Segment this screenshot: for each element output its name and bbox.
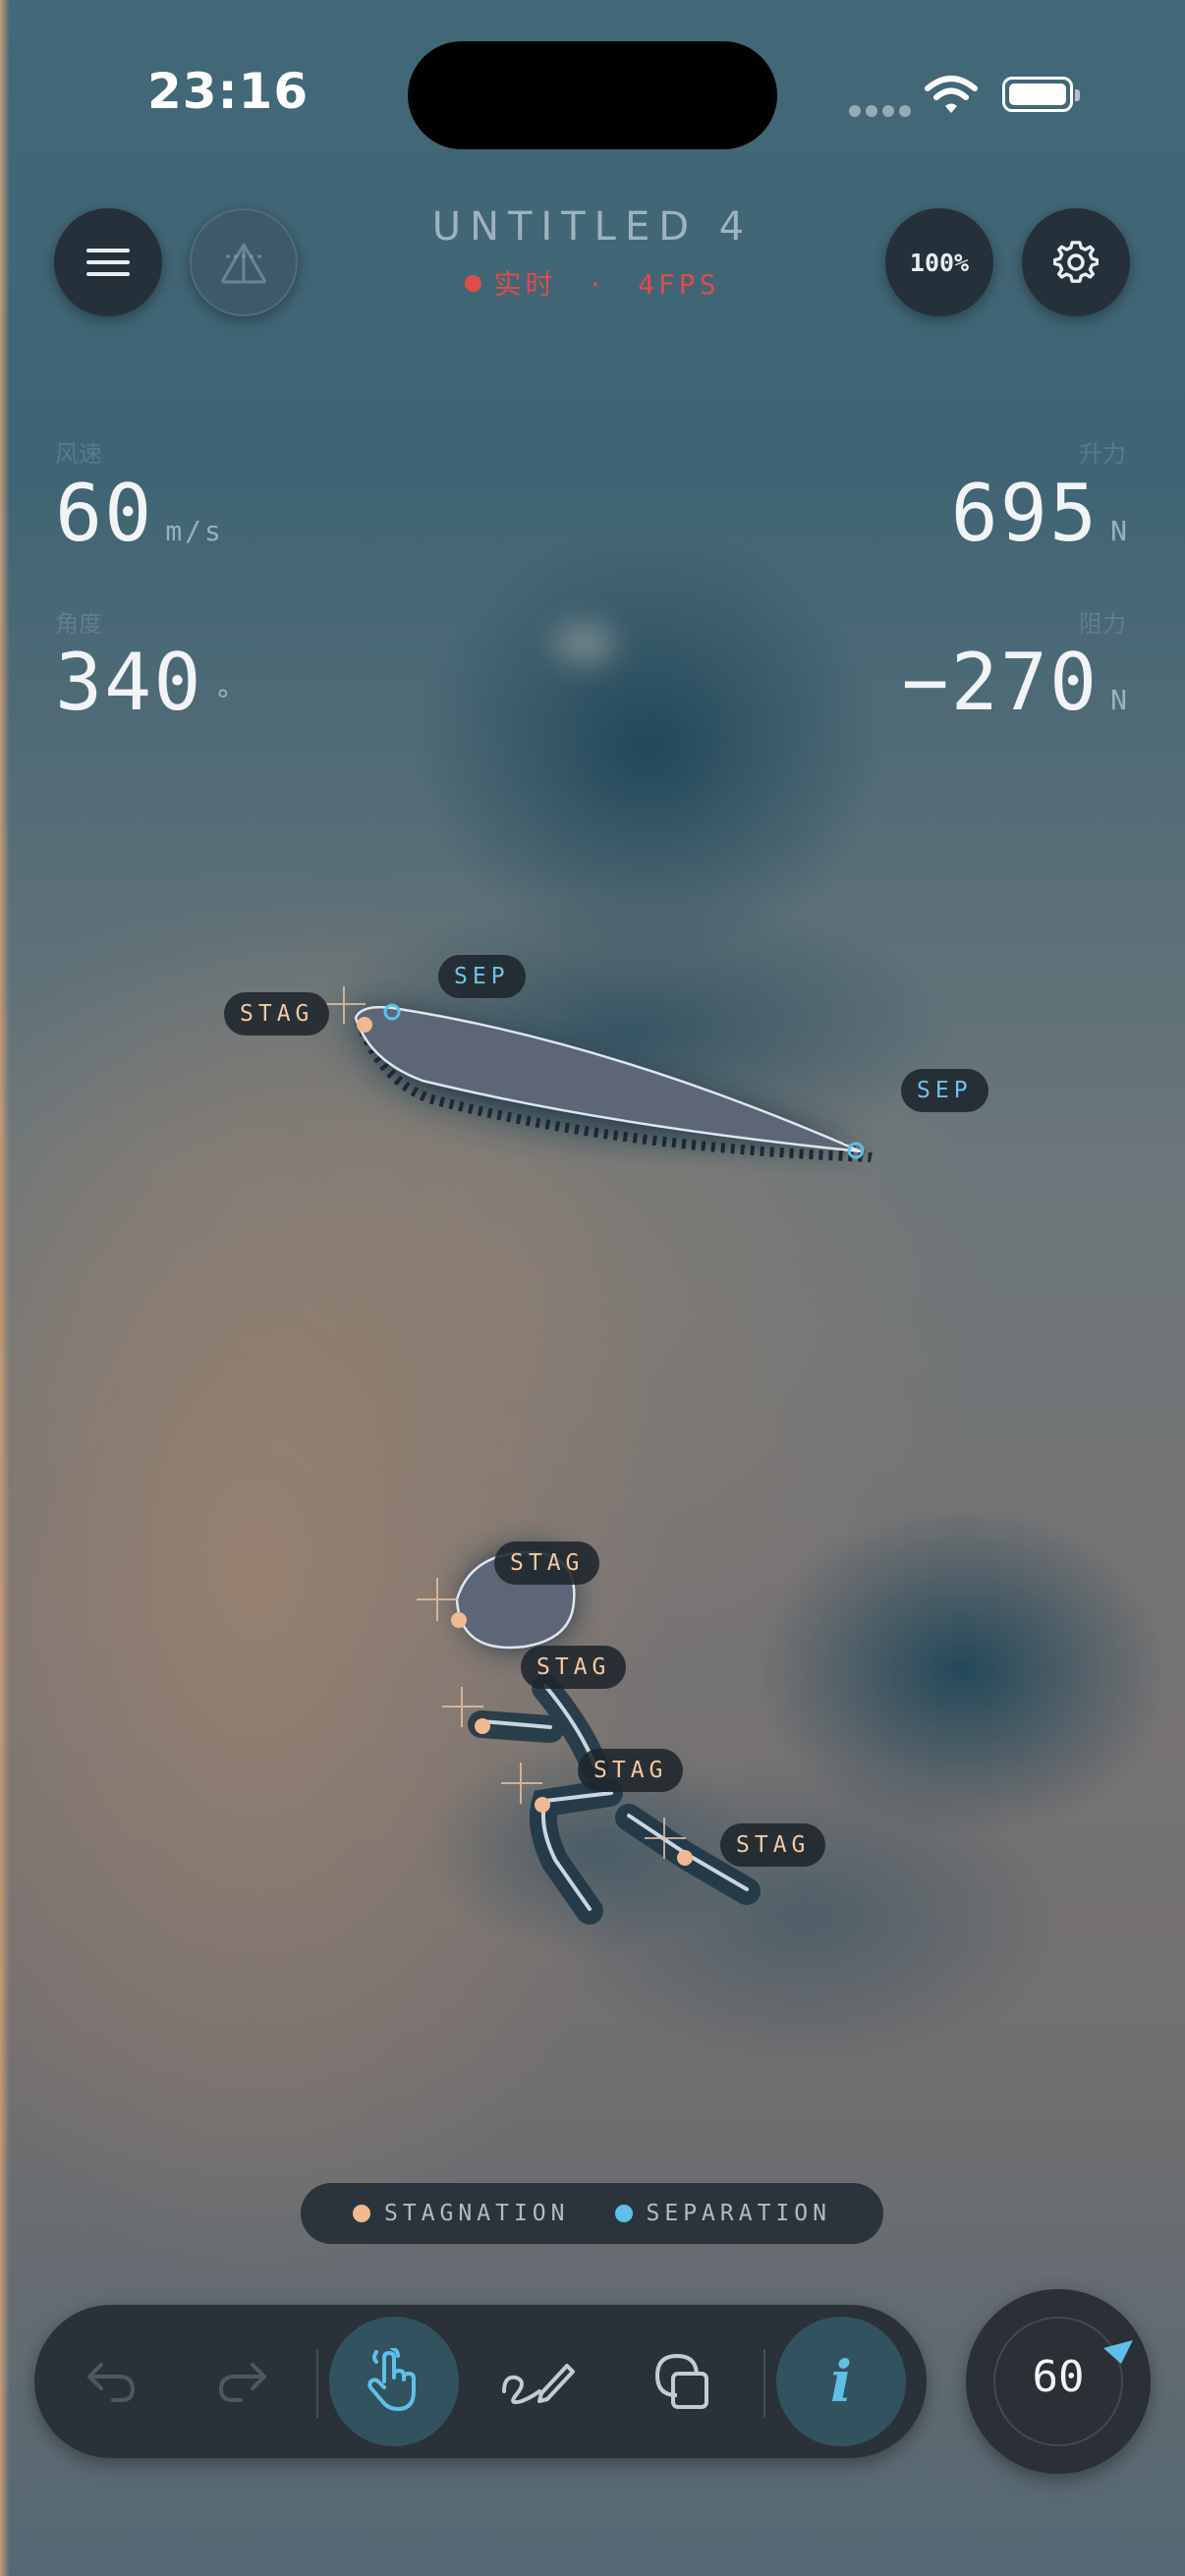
status-time: 23:16 <box>147 63 310 120</box>
shapes-icon <box>655 2354 708 2409</box>
bottom-toolbar: i <box>34 2305 927 2458</box>
lift-unit: N <box>1110 515 1130 547</box>
stag-tag: STAG <box>494 1541 600 1585</box>
hand-pointer-icon <box>367 2348 416 2411</box>
menu-icon <box>86 249 130 276</box>
wind-speed-label: 风速 <box>55 440 102 468</box>
status-separator: · <box>587 268 608 301</box>
status-mode: 实时 <box>493 268 557 301</box>
lift-readout: 695 N <box>951 468 1130 559</box>
live-status: 实时 · 4FPS <box>298 263 887 303</box>
drag-label: 阻力 <box>1079 610 1126 638</box>
toolbar-divider <box>316 2349 318 2418</box>
zoom-button[interactable]: 100% <box>885 208 993 316</box>
status-fps: 4FPS <box>638 268 720 301</box>
draw-tool-button[interactable] <box>473 2317 602 2446</box>
stag-tag: STAG <box>578 1749 684 1792</box>
shapes-tool-button[interactable] <box>618 2317 748 2446</box>
live-dot <box>465 275 482 292</box>
undo-icon <box>87 2363 135 2402</box>
sep-tag: SEP <box>438 955 526 998</box>
marker-legend: STAGNATION SEPARATION <box>301 2183 883 2244</box>
gear-icon <box>1053 241 1099 283</box>
stagnation-dot-icon <box>353 2205 371 2222</box>
wind-speed-value: 60 <box>55 468 154 559</box>
stag-tag: STAG <box>224 992 330 1036</box>
wind-speed-readout[interactable]: 60 m/s <box>55 468 224 559</box>
cellular-signal-icon <box>849 102 916 121</box>
drag-unit: N <box>1110 684 1130 716</box>
document-title[interactable]: UNTITLED 4 <box>298 204 887 250</box>
drag-readout: −270 N <box>901 637 1130 728</box>
redo-icon <box>219 2363 266 2402</box>
legend-stagnation: STAGNATION <box>353 2201 569 2226</box>
separation-dot-icon <box>614 2205 633 2222</box>
redo-button[interactable] <box>178 2317 308 2446</box>
stag-tag: STAG <box>521 1646 627 1689</box>
settings-button[interactable] <box>1022 208 1130 316</box>
angle-unit: ° <box>214 684 235 716</box>
undo-button[interactable] <box>46 2317 176 2446</box>
battery-icon <box>1002 77 1080 112</box>
info-button[interactable]: i <box>776 2317 906 2446</box>
wifi-icon <box>924 75 979 120</box>
drag-value: −270 <box>901 637 1100 728</box>
stag-tag: STAG <box>720 1823 826 1867</box>
angle-value: 340 <box>55 637 203 728</box>
legend-stagnation-label: STAGNATION <box>384 2201 570 2226</box>
draw-pen-icon <box>502 2364 575 2405</box>
airfoil-icon <box>220 243 267 284</box>
menu-button[interactable] <box>54 208 162 316</box>
sep-tag: SEP <box>901 1069 988 1112</box>
dial-value: 60 <box>1032 2352 1085 2402</box>
dynamic-island <box>408 41 777 149</box>
angle-readout[interactable]: 340 ° <box>55 637 234 728</box>
legend-separation-label: SEPARATION <box>646 2201 831 2226</box>
wind-speed-unit: m/s <box>165 515 224 547</box>
airfoil-view-button[interactable] <box>190 208 298 316</box>
wind-speed-dial[interactable]: 60 <box>966 2289 1151 2474</box>
legend-separation: SEPARATION <box>614 2201 831 2226</box>
toolbar-divider <box>763 2349 765 2418</box>
lift-label: 升力 <box>1079 440 1126 468</box>
info-icon: i <box>829 2348 853 2415</box>
angle-label: 角度 <box>55 610 102 638</box>
pointer-tool-button[interactable] <box>329 2317 459 2446</box>
lift-value: 695 <box>950 468 1100 559</box>
